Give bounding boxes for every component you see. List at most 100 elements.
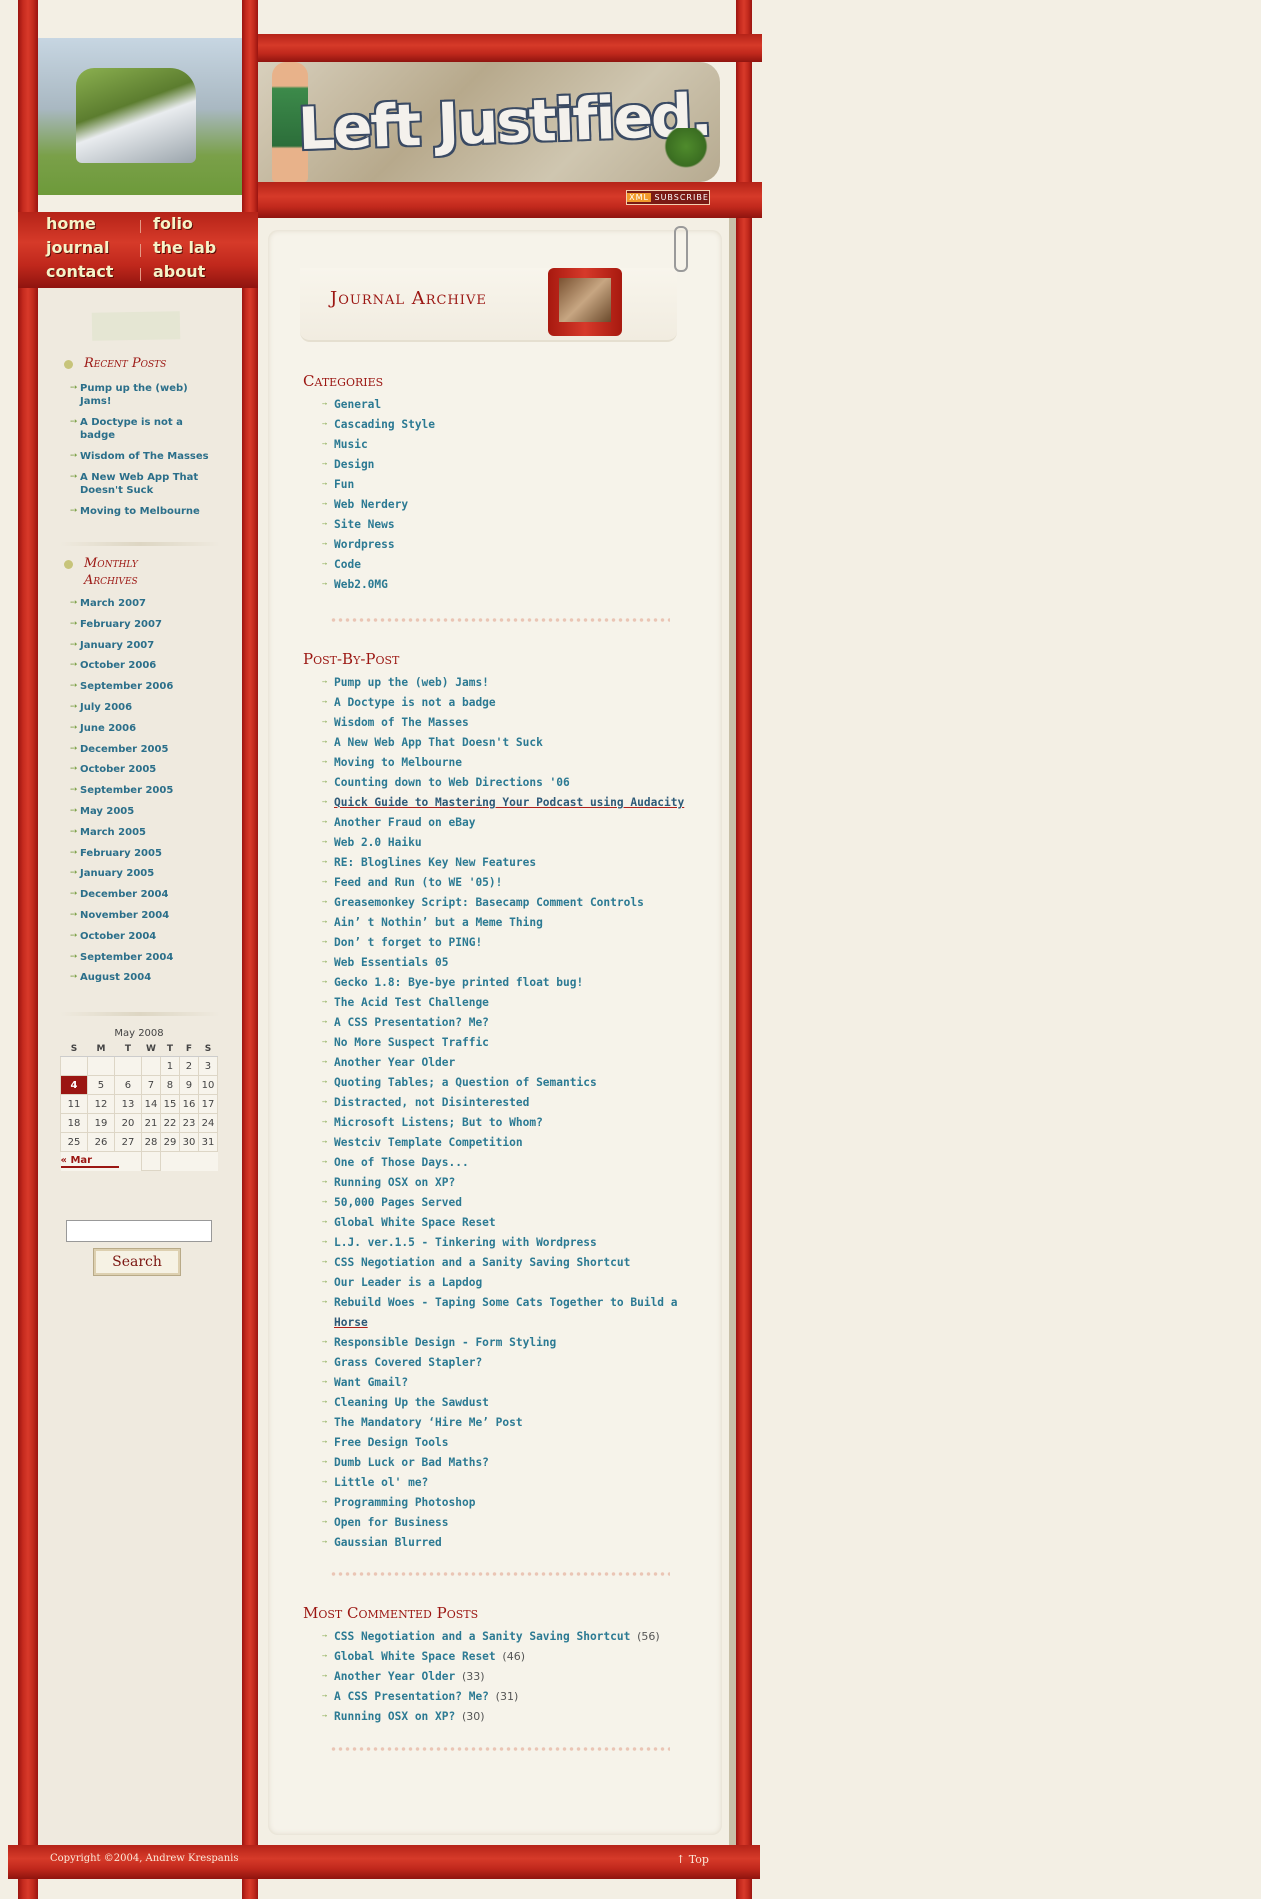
archive-month-link[interactable]: February 2005	[80, 847, 220, 860]
recent-post-link[interactable]: A New Web App That Doesn't Suck	[80, 471, 220, 497]
archive-month-link[interactable]: May 2005	[80, 805, 220, 818]
most-commented-link[interactable]: Another Year Older	[334, 1670, 455, 1683]
post-link[interactable]: Want Gmail?	[334, 1376, 408, 1389]
archive-month-link[interactable]: September 2005	[80, 784, 220, 797]
post-link[interactable]: Rebuild Woes - Taping Some Cats Together…	[334, 1296, 678, 1309]
category-link[interactable]: Web Nerdery	[334, 498, 408, 511]
post-link[interactable]: Another Year Older	[334, 1056, 455, 1069]
post-link[interactable]: Quoting Tables; a Question of Semantics	[334, 1076, 597, 1089]
post-link[interactable]: Ain’ t Nothin’ but a Meme Thing	[334, 916, 543, 929]
calendar-day: 14	[140, 1094, 161, 1114]
category-link[interactable]: Wordpress	[334, 538, 395, 551]
post-link[interactable]: One of Those Days...	[334, 1156, 469, 1169]
post-link[interactable]: Dumb Luck or Bad Maths?	[334, 1456, 489, 1469]
archive-month-link[interactable]: September 2006	[80, 680, 220, 693]
post-link[interactable]: A Doctype is not a badge	[334, 696, 496, 709]
post-link[interactable]: Little ol' me?	[334, 1476, 428, 1489]
xml-subscribe-button[interactable]: XML SUBSCRIBE	[626, 190, 710, 205]
back-to-top-link[interactable]: ↑ Top	[676, 1853, 709, 1866]
post-link[interactable]: Running OSX on XP?	[334, 1176, 455, 1189]
post-link[interactable]: Free Design Tools	[334, 1436, 449, 1449]
post-link[interactable]: Horse	[334, 1316, 368, 1329]
archive-month-link[interactable]: October 2006	[80, 659, 220, 672]
archive-month-link[interactable]: July 2006	[80, 701, 220, 714]
post-link[interactable]: Greasemonkey Script: Basecamp Comment Co…	[334, 896, 644, 909]
post-link[interactable]: Responsible Design - Form Styling	[334, 1336, 556, 1349]
archive-month-link[interactable]: March 2005	[80, 826, 220, 839]
archive-month-link[interactable]: August 2004	[80, 971, 220, 984]
post-link[interactable]: CSS Negotiation and a Sanity Saving Shor…	[334, 1256, 630, 1269]
recent-post-link[interactable]: Pump up the (web) Jams!	[80, 382, 220, 408]
post-link[interactable]: The Acid Test Challenge	[334, 996, 489, 1009]
site-banner[interactable]: Left Justified.	[258, 62, 720, 182]
category-link[interactable]: Web2.0MG	[334, 578, 388, 591]
post-link[interactable]: Programming Photoshop	[334, 1496, 475, 1509]
most-commented-link[interactable]: A CSS Presentation? Me?	[334, 1690, 489, 1703]
post-link[interactable]: Wisdom of The Masses	[334, 716, 469, 729]
arrow-icon: ➙	[70, 681, 78, 692]
post-link[interactable]: Open for Business	[334, 1516, 449, 1529]
calendar-day[interactable]: 4	[60, 1075, 88, 1095]
category-link[interactable]: General	[334, 398, 381, 411]
archive-month-link[interactable]: December 2005	[80, 743, 220, 756]
post-link[interactable]: A CSS Presentation? Me?	[334, 1016, 489, 1029]
post-link[interactable]: Web Essentials 05	[334, 956, 449, 969]
post-link[interactable]: Moving to Melbourne	[334, 756, 462, 769]
archive-month-link[interactable]: October 2004	[80, 930, 220, 943]
category-link[interactable]: Fun	[334, 478, 354, 491]
post-link[interactable]: Gecko 1.8: Bye-bye printed float bug!	[334, 976, 583, 989]
arrow-icon: ➙	[322, 998, 328, 1008]
archive-month-link[interactable]: February 2007	[80, 618, 220, 631]
category-link[interactable]: Code	[334, 558, 361, 571]
post-link[interactable]: L.J. ver.1.5 - Tinkering with Wordpress	[334, 1236, 597, 1249]
post-link[interactable]: Our Leader is a Lapdog	[334, 1276, 482, 1289]
post-link[interactable]: Web 2.0 Haiku	[334, 836, 422, 849]
post-link[interactable]: Distracted, not Disinterested	[334, 1096, 529, 1109]
categories-list: ➙ General ➙ Cascading Style ➙ Music ➙ Design ➙ Fu…	[322, 395, 702, 595]
previous-month-link[interactable]: « Mar	[60, 1155, 119, 1168]
copyright-text: Copyright ©2004, Andrew Krespanis	[50, 1853, 239, 1864]
archive-month-link[interactable]: December 2004	[80, 888, 220, 901]
post-link[interactable]: Cleaning Up the Sawdust	[334, 1396, 489, 1409]
post-link[interactable]: A New Web App That Doesn't Suck	[334, 736, 543, 749]
post-link[interactable]: The Mandatory ‘Hire Me’ Post	[334, 1416, 523, 1429]
category-link[interactable]: Design	[334, 458, 374, 471]
archive-month-link[interactable]: January 2007	[80, 639, 220, 652]
category-link[interactable]: Music	[334, 438, 368, 451]
recent-post-link[interactable]: A Doctype is not a badge	[80, 416, 220, 442]
most-commented-link[interactable]: Global White Space Reset	[334, 1650, 496, 1663]
archive-month-link[interactable]: October 2005	[80, 763, 220, 776]
archive-month-link[interactable]: November 2004	[80, 909, 220, 922]
post-link[interactable]: Pump up the (web) Jams!	[334, 676, 489, 689]
post-link[interactable]: Don’ t forget to PING!	[334, 936, 482, 949]
post-link[interactable]: Microsoft Listens; But to Whom?	[334, 1116, 543, 1129]
post-link[interactable]: Another Fraud on eBay	[334, 816, 475, 829]
category-link[interactable]: Site News	[334, 518, 395, 531]
post-link[interactable]: 50,000 Pages Served	[334, 1196, 462, 1209]
post-link[interactable]: Feed and Run (to WE '05)!	[334, 876, 502, 889]
post-link[interactable]: Gaussian Blurred	[334, 1536, 442, 1549]
archive-month-link[interactable]: March 2007	[80, 597, 220, 610]
post-link[interactable]: Global White Space Reset	[334, 1216, 496, 1229]
search-input[interactable]	[66, 1220, 212, 1242]
most-commented-item: ➙ Global White Space Reset (46)	[322, 1647, 702, 1667]
archive-month-link[interactable]: January 2005	[80, 867, 220, 880]
archive-month-link[interactable]: June 2006	[80, 722, 220, 735]
recent-post-link[interactable]: Wisdom of The Masses	[80, 450, 220, 463]
archive-month-link[interactable]: September 2004	[80, 951, 220, 964]
arrow-icon: ➙	[70, 598, 78, 608]
arrow-icon: ➙	[322, 1138, 328, 1148]
arrow-icon: ➙	[322, 1458, 328, 1468]
post-link[interactable]: Grass Covered Stapler?	[334, 1356, 482, 1369]
most-commented-link[interactable]: CSS Negotiation and a Sanity Saving Shor…	[334, 1630, 630, 1643]
search-button[interactable]: Search	[93, 1248, 181, 1276]
most-commented-link[interactable]: Running OSX on XP?	[334, 1710, 455, 1723]
category-link[interactable]: Cascading Style	[334, 418, 435, 431]
post-link[interactable]: No More Suspect Traffic	[334, 1036, 489, 1049]
post-link[interactable]: Counting down to Web Directions '06	[334, 776, 570, 789]
post-link[interactable]: Westciv Template Competition	[334, 1136, 523, 1149]
recent-post-link[interactable]: Moving to Melbourne	[80, 505, 220, 518]
post-link[interactable]: RE: Bloglines Key New Features	[334, 856, 536, 869]
post-link[interactable]: Quick Guide to Mastering Your Podcast us…	[334, 796, 684, 809]
post-item: ➙ Cleaning Up the Sawdust	[322, 1393, 702, 1413]
